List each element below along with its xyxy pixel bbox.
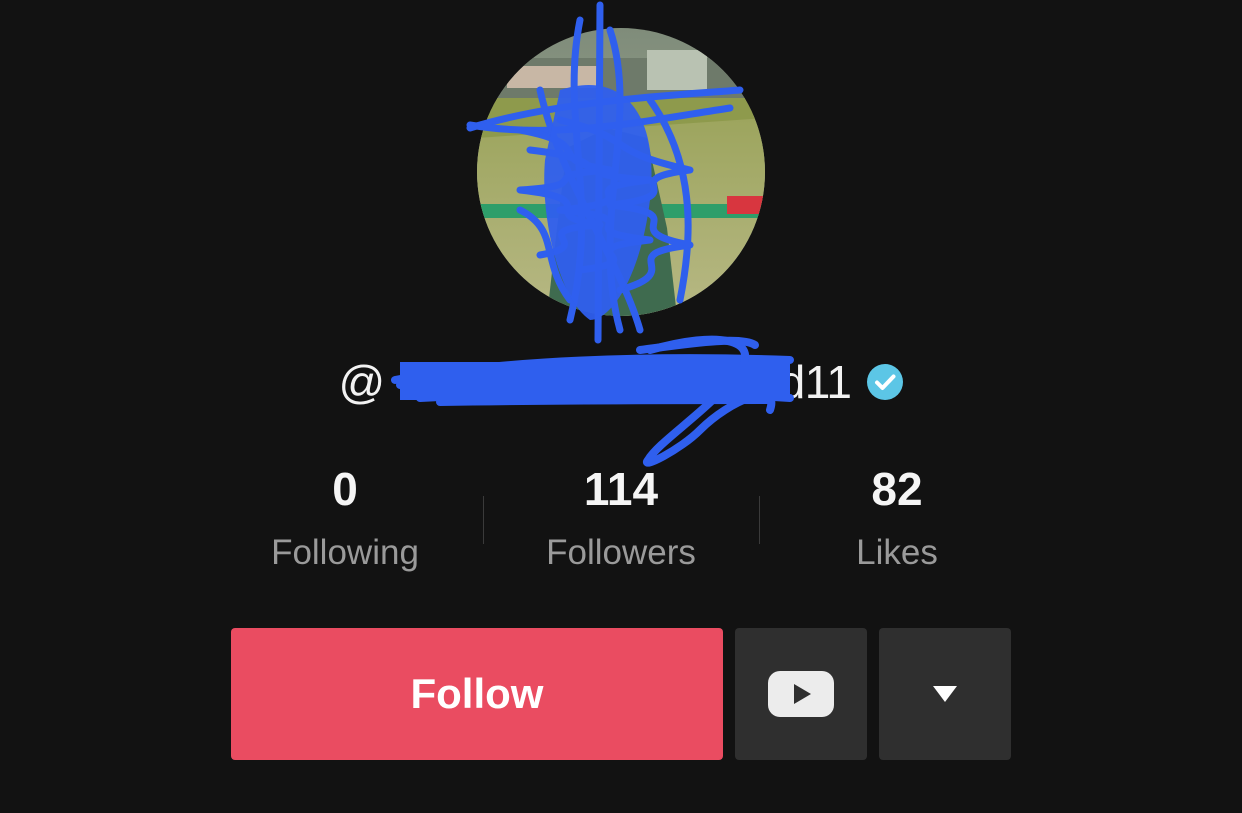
more-options-button[interactable] (879, 628, 1011, 760)
profile-screen: @ d11 0 Following 114 Followers 82 Likes… (0, 0, 1242, 813)
youtube-icon (768, 671, 834, 717)
stat-following[interactable]: 0 Following (207, 458, 483, 588)
youtube-button[interactable] (735, 628, 867, 760)
triangle-down-icon (933, 686, 957, 702)
username-prefix: @ (338, 356, 385, 408)
stat-likes[interactable]: 82 Likes (759, 458, 1035, 588)
verified-badge-icon (866, 364, 903, 400)
profile-stats: 0 Following 114 Followers 82 Likes (207, 458, 1035, 588)
username[interactable]: @ d11 (338, 355, 852, 409)
followers-label: Followers (546, 533, 696, 572)
username-row: @ d11 (0, 350, 1242, 414)
profile-avatar[interactable] (477, 28, 765, 316)
likes-label: Likes (856, 533, 938, 572)
follow-button[interactable]: Follow (231, 628, 723, 760)
likes-count: 82 (871, 463, 923, 515)
avatar-photo (477, 28, 765, 316)
following-count: 0 (332, 463, 358, 515)
following-label: Following (271, 533, 419, 572)
followers-count: 114 (583, 463, 659, 515)
stat-followers[interactable]: 114 Followers (483, 458, 759, 588)
username-suffix: d11 (779, 356, 852, 408)
